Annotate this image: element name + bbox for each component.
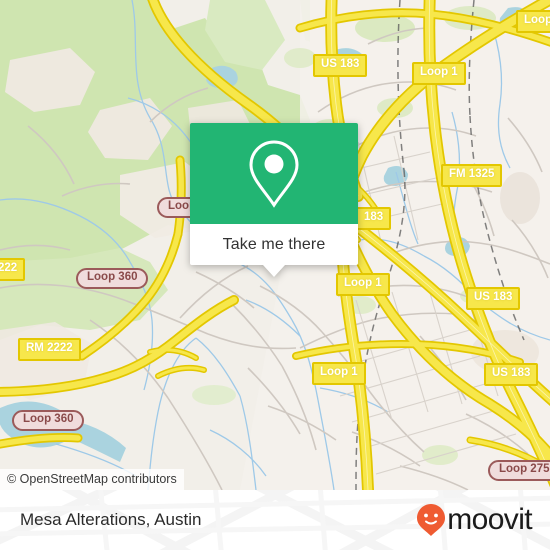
popup-pin-area	[190, 123, 358, 224]
map-attribution: © OpenStreetMap contributors	[0, 469, 184, 490]
shield-loop-360-lower: Loop 360	[12, 410, 85, 431]
shield-loop-1-lower: Loop 1	[312, 362, 366, 385]
shield-us-183-top: US 183	[313, 54, 368, 77]
shield-fm-1325: FM 1325	[441, 164, 503, 187]
footer-bar: Mesa Alterations, Austin moovit	[0, 490, 550, 550]
shield-loop-275: Loop 275	[488, 460, 550, 481]
shield-loop-1-center: Loop 1	[336, 273, 390, 296]
shield-loop-1-top: Loop 1	[412, 62, 466, 85]
shield-us-183-lower: US 183	[484, 363, 539, 386]
moovit-smiley-pin-icon	[417, 504, 446, 536]
shield-loop-360-upper: Loop 360	[76, 268, 149, 289]
place-title: Mesa Alterations, Austin	[20, 510, 202, 529]
shield-loop-topright: Loop	[516, 10, 550, 33]
popup-tail	[263, 265, 285, 277]
shield-183-center: 183	[356, 207, 392, 230]
shield-rm-2222: RM 2222	[18, 338, 81, 361]
shield-us-183-right: US 183	[466, 287, 521, 310]
moovit-map-screenshot: Loop US 183 Loop 1 FM 1325 Loop 183 222 Loop 36…	[0, 0, 550, 550]
take-me-there-label: Take me there	[222, 235, 326, 253]
shield-rm-2222-edge: 222	[0, 258, 26, 281]
take-me-there-button[interactable]: Take me there	[190, 224, 358, 265]
map-pin-icon	[249, 139, 299, 208]
destination-popup-card[interactable]: Take me there	[190, 123, 358, 277]
moovit-brand: moovit	[416, 503, 533, 537]
moovit-wordmark: moovit	[447, 503, 532, 536]
